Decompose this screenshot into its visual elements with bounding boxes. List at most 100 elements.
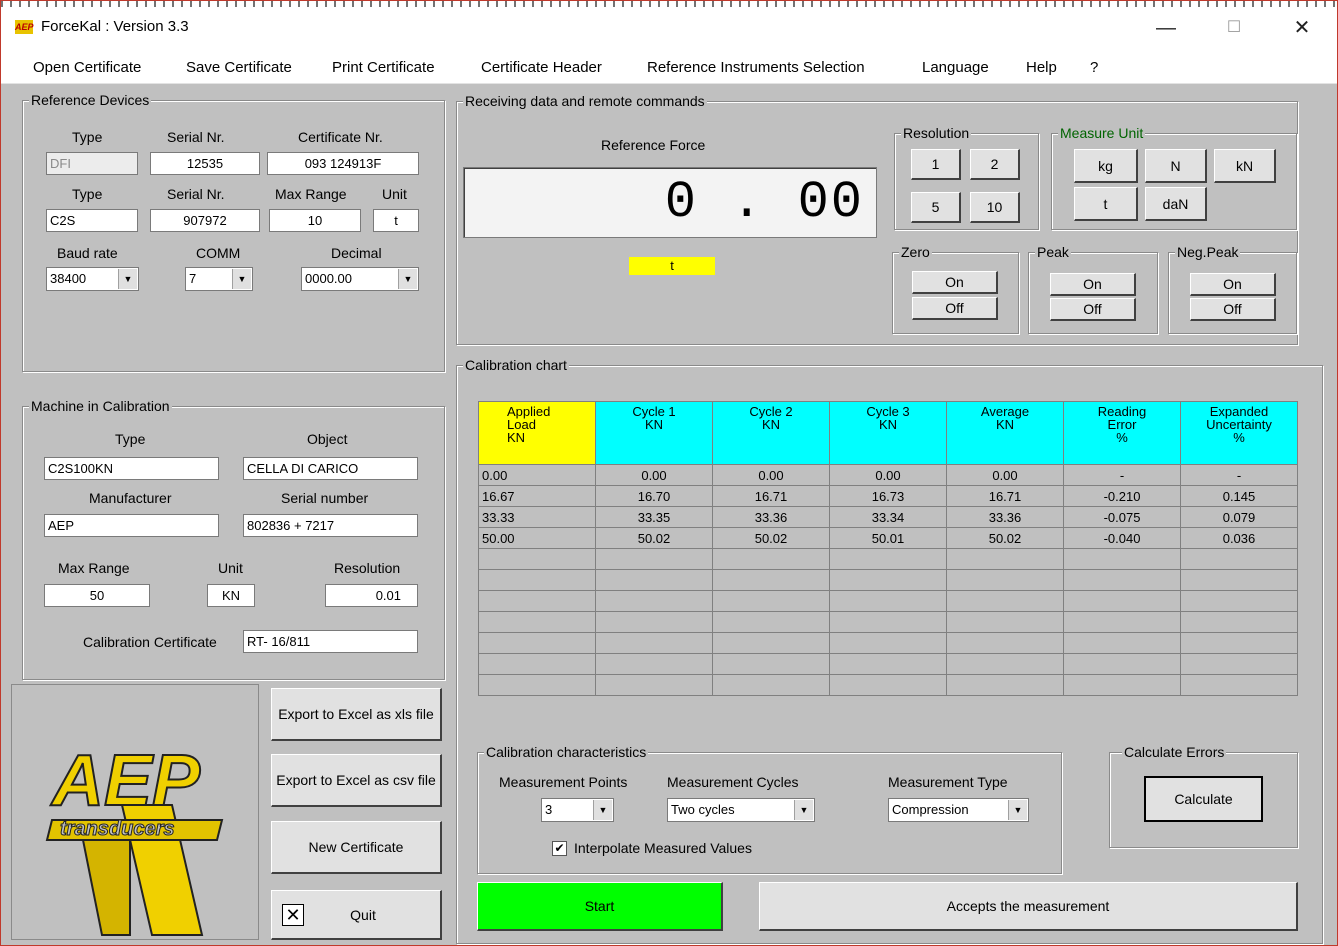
cell-reading-error[interactable]: [1063, 548, 1181, 570]
cell-applied-load[interactable]: [478, 611, 596, 633]
cell-reading-error[interactable]: -: [1063, 464, 1181, 486]
ref-cert-field[interactable]: 093 124913F: [267, 152, 419, 175]
cell-expanded-uncertainty[interactable]: [1180, 590, 1298, 612]
cell-cycle-1[interactable]: [595, 548, 713, 570]
cell-applied-load[interactable]: 33.33: [478, 506, 596, 528]
machine-type-field[interactable]: C2S100KN: [44, 457, 219, 480]
cell-cycle-2[interactable]: [712, 548, 830, 570]
cell-cycle-1[interactable]: [595, 674, 713, 696]
cell-cycle-3[interactable]: 0.00: [829, 464, 947, 486]
cell-average[interactable]: [946, 653, 1064, 675]
machine-serial-field[interactable]: 802836 + 7217: [243, 514, 418, 537]
cell-average[interactable]: [946, 590, 1064, 612]
ref-maxrange-field[interactable]: 10: [269, 209, 361, 232]
calibration-cert-field[interactable]: RT- 16/811: [243, 630, 418, 653]
cell-applied-load[interactable]: 16.67: [478, 485, 596, 507]
cell-cycle-3[interactable]: [829, 674, 947, 696]
machine-unit-field[interactable]: KN: [207, 584, 255, 607]
cell-average[interactable]: [946, 569, 1064, 591]
cell-cycle-2[interactable]: 50.02: [712, 527, 830, 549]
menu-open-certificate[interactable]: Open Certificate: [33, 59, 141, 76]
cell-reading-error[interactable]: -0.075: [1063, 506, 1181, 528]
cell-cycle-2[interactable]: 0.00: [712, 464, 830, 486]
cell-applied-load[interactable]: [478, 674, 596, 696]
cell-cycle-2[interactable]: [712, 569, 830, 591]
baud-rate-select[interactable]: 38400 ▼: [46, 267, 139, 291]
calculate-button[interactable]: Calculate: [1144, 776, 1263, 822]
cell-cycle-2[interactable]: [712, 632, 830, 654]
cell-expanded-uncertainty[interactable]: [1180, 569, 1298, 591]
peak-on-button[interactable]: On: [1050, 273, 1136, 296]
cell-average[interactable]: 16.71: [946, 485, 1064, 507]
cell-cycle-3[interactable]: 16.73: [829, 485, 947, 507]
cell-reading-error[interactable]: [1063, 611, 1181, 633]
measurement-points-select[interactable]: 3 ▼: [541, 798, 614, 822]
unit-dan-button[interactable]: daN: [1145, 187, 1207, 221]
ref-type2-field[interactable]: C2S: [46, 209, 138, 232]
cell-cycle-2[interactable]: [712, 611, 830, 633]
cell-cycle-2[interactable]: 33.36: [712, 506, 830, 528]
dropdown-arrow-icon[interactable]: ▼: [593, 800, 612, 820]
cell-cycle-1[interactable]: [595, 590, 713, 612]
neg-peak-on-button[interactable]: On: [1190, 273, 1276, 296]
resolution-10-button[interactable]: 10: [970, 192, 1020, 223]
decimal-select[interactable]: 0000.00 ▼: [301, 267, 419, 291]
measurement-cycles-select[interactable]: Two cycles ▼: [667, 798, 815, 822]
cell-expanded-uncertainty[interactable]: -: [1180, 464, 1298, 486]
resolution-1-button[interactable]: 1: [911, 149, 961, 180]
cell-cycle-3[interactable]: [829, 653, 947, 675]
cell-average[interactable]: [946, 674, 1064, 696]
cell-cycle-1[interactable]: 33.35: [595, 506, 713, 528]
new-certificate-button[interactable]: New Certificate: [271, 821, 442, 874]
cell-cycle-2[interactable]: [712, 674, 830, 696]
export-csv-button[interactable]: Export to Excel as csv file: [271, 754, 442, 807]
cell-expanded-uncertainty[interactable]: 0.036: [1180, 527, 1298, 549]
unit-n-button[interactable]: N: [1145, 149, 1207, 183]
cell-cycle-1[interactable]: 16.70: [595, 485, 713, 507]
cell-average[interactable]: 0.00: [946, 464, 1064, 486]
start-button[interactable]: Start: [477, 882, 723, 931]
dropdown-arrow-icon[interactable]: ▼: [1008, 800, 1027, 820]
cell-cycle-3[interactable]: [829, 611, 947, 633]
menu-help[interactable]: Help: [1026, 59, 1057, 76]
cell-reading-error[interactable]: [1063, 569, 1181, 591]
unit-kg-button[interactable]: kg: [1074, 149, 1138, 183]
cell-cycle-1[interactable]: 0.00: [595, 464, 713, 486]
menu-print-certificate[interactable]: Print Certificate: [332, 59, 435, 76]
cell-cycle-3[interactable]: [829, 569, 947, 591]
cell-applied-load[interactable]: [478, 590, 596, 612]
cell-reading-error[interactable]: -0.210: [1063, 485, 1181, 507]
minimize-button[interactable]: —: [1143, 11, 1189, 45]
cell-expanded-uncertainty[interactable]: [1180, 632, 1298, 654]
cell-expanded-uncertainty[interactable]: [1180, 611, 1298, 633]
ref-unit-field[interactable]: t: [373, 209, 419, 232]
cell-applied-load[interactable]: [478, 632, 596, 654]
menu-language[interactable]: Language: [922, 59, 989, 76]
machine-object-field[interactable]: CELLA DI CARICO: [243, 457, 418, 480]
measurement-type-select[interactable]: Compression ▼: [888, 798, 1029, 822]
cell-cycle-2[interactable]: 16.71: [712, 485, 830, 507]
menu-about[interactable]: ?: [1090, 59, 1098, 76]
cell-average[interactable]: 33.36: [946, 506, 1064, 528]
quit-button[interactable]: ✕ Quit: [271, 890, 442, 940]
cell-applied-load[interactable]: 50.00: [478, 527, 596, 549]
machine-resolution-field[interactable]: 0.01: [325, 584, 418, 607]
cell-expanded-uncertainty[interactable]: 0.079: [1180, 506, 1298, 528]
cell-reading-error[interactable]: [1063, 590, 1181, 612]
unit-t-button[interactable]: t: [1074, 187, 1138, 221]
cell-applied-load[interactable]: [478, 569, 596, 591]
resolution-5-button[interactable]: 5: [911, 192, 961, 223]
close-button[interactable]: ✕: [1279, 11, 1325, 45]
comm-select[interactable]: 7 ▼: [185, 267, 253, 291]
export-xls-button[interactable]: Export to Excel as xls file: [271, 688, 442, 741]
ref-serial2-field[interactable]: 907972: [150, 209, 260, 232]
cell-cycle-1[interactable]: [595, 632, 713, 654]
cell-reading-error[interactable]: [1063, 632, 1181, 654]
cell-cycle-3[interactable]: 33.34: [829, 506, 947, 528]
cell-cycle-3[interactable]: 50.01: [829, 527, 947, 549]
cell-reading-error[interactable]: -0.040: [1063, 527, 1181, 549]
maximize-button[interactable]: ☐: [1211, 11, 1257, 45]
cell-average[interactable]: 50.02: [946, 527, 1064, 549]
dropdown-arrow-icon[interactable]: ▼: [794, 800, 813, 820]
cell-reading-error[interactable]: [1063, 674, 1181, 696]
